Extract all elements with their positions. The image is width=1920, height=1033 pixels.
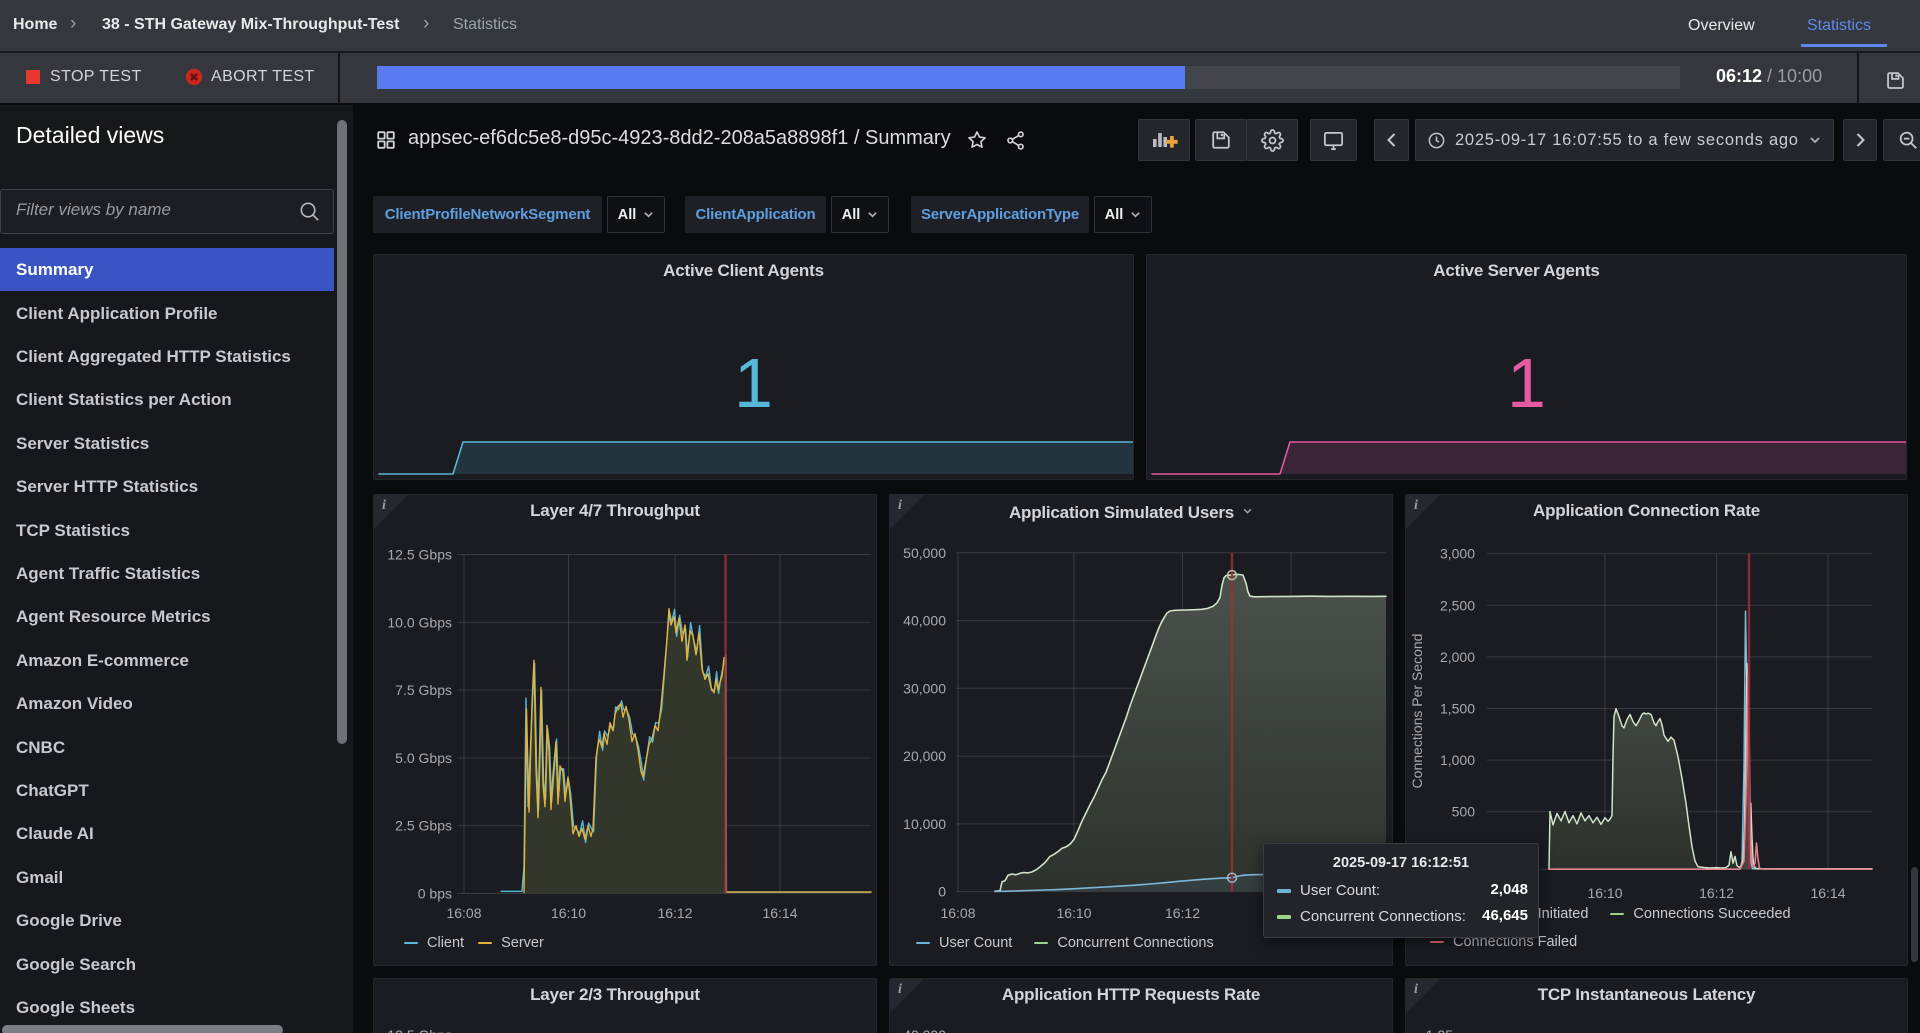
svg-text:16:12: 16:12 <box>657 905 692 921</box>
svg-text:2,000: 2,000 <box>1440 649 1475 665</box>
svg-text:12.5 Gbps: 12.5 Gbps <box>387 1027 452 1033</box>
svg-text:500: 500 <box>1452 804 1476 820</box>
svg-text:1,000: 1,000 <box>1440 752 1475 768</box>
svg-text:12.5 Gbps: 12.5 Gbps <box>387 547 452 563</box>
svg-text:16:10: 16:10 <box>551 905 586 921</box>
svg-text:16:14: 16:14 <box>1810 885 1845 901</box>
svg-text:50,000: 50,000 <box>903 545 946 561</box>
svg-text:16:10: 16:10 <box>1056 905 1091 921</box>
svg-text:5.0 Gbps: 5.0 Gbps <box>395 750 452 766</box>
svg-text:0 bps: 0 bps <box>418 886 452 902</box>
svg-text:16:08: 16:08 <box>940 905 975 921</box>
svg-text:16:10: 16:10 <box>1587 885 1622 901</box>
svg-text:10.0 Gbps: 10.0 Gbps <box>387 614 452 630</box>
svg-text:2,500: 2,500 <box>1440 597 1475 613</box>
svg-text:30,000: 30,000 <box>903 680 946 696</box>
svg-text:16:12: 16:12 <box>1699 885 1734 901</box>
svg-text:16:08: 16:08 <box>446 905 481 921</box>
svg-text:1.25: 1.25 <box>1426 1027 1453 1033</box>
svg-text:16:14: 16:14 <box>762 905 797 921</box>
svg-text:10,000: 10,000 <box>903 816 946 832</box>
svg-text:20,000: 20,000 <box>903 748 946 764</box>
svg-text:3,000: 3,000 <box>1440 546 1475 562</box>
svg-text:40,000: 40,000 <box>903 1027 946 1033</box>
svg-text:7.5 Gbps: 7.5 Gbps <box>395 682 452 698</box>
svg-text:1,500: 1,500 <box>1440 701 1475 717</box>
svg-text:Connections Per Second: Connections Per Second <box>1409 634 1425 789</box>
svg-text:16:12: 16:12 <box>1165 905 1200 921</box>
svg-text:0: 0 <box>938 884 946 900</box>
svg-text:2.5 Gbps: 2.5 Gbps <box>395 818 452 834</box>
svg-text:40,000: 40,000 <box>903 613 946 629</box>
